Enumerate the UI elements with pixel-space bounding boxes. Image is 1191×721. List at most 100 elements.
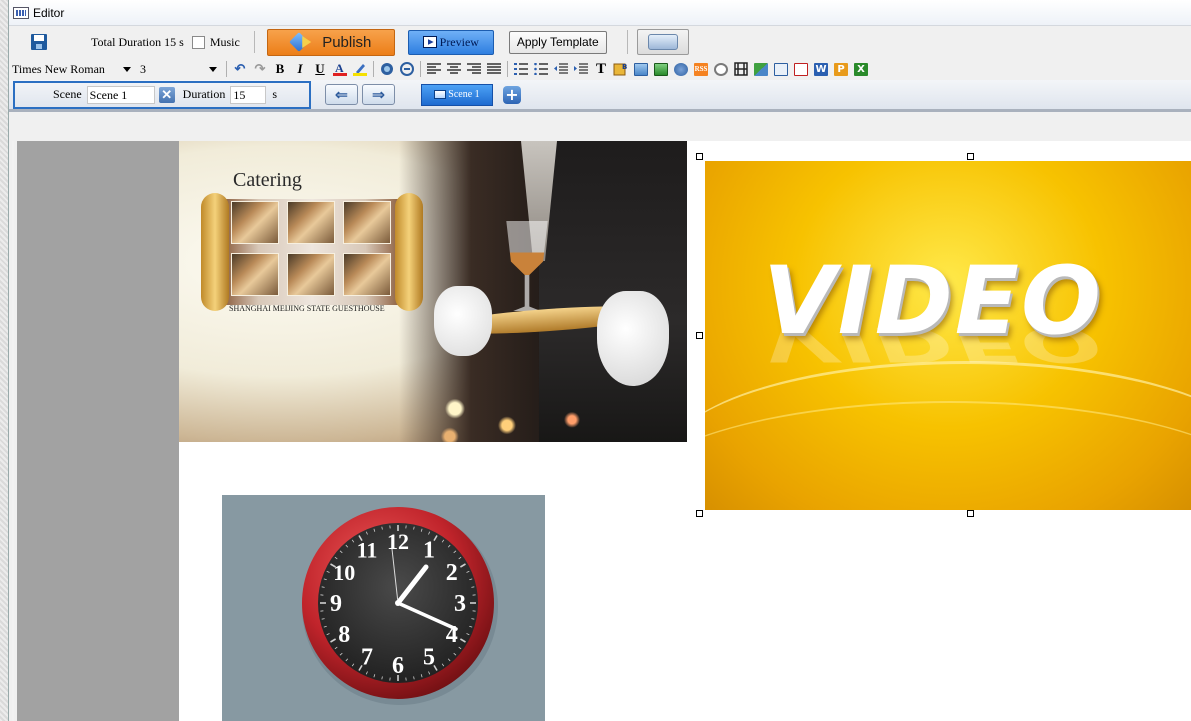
arrow-left-icon: ⇐ <box>334 85 349 104</box>
svg-text:B: B <box>622 63 627 71</box>
italic-button[interactable]: I <box>292 61 308 77</box>
redo-icon[interactable]: ↷ <box>252 61 268 77</box>
video-widget[interactable]: VIDEO VIDEO <box>705 161 1191 510</box>
excel-icon[interactable]: X <box>853 61 869 77</box>
music-label: Music <box>209 34 240 49</box>
keyboard-icon <box>647 34 678 50</box>
resize-handle-bottom-middle[interactable] <box>967 510 974 517</box>
clock-number: 3 <box>454 591 466 617</box>
font-size-value: 3 <box>140 61 146 76</box>
delete-scene-icon[interactable]: ✕ <box>158 86 175 103</box>
rss-icon[interactable]: RSS <box>693 61 709 77</box>
duration-input[interactable]: 15 <box>230 85 267 104</box>
scene-settings-group: Scene Scene 1 ✕ Duration 15 s <box>13 80 311 109</box>
toolbar-separator <box>507 61 508 77</box>
unlink-icon[interactable] <box>399 61 415 77</box>
music-checkbox[interactable] <box>191 35 205 49</box>
main-toolbar: Total Duration 15 s Music Publish Previe… <box>9 26 1191 58</box>
publish-label: Publish <box>322 33 372 51</box>
catering-thumbnail <box>287 253 335 296</box>
font-size-select[interactable]: 3 <box>137 60 223 79</box>
undo-icon[interactable]: ↶ <box>232 61 248 77</box>
resize-handle-middle-left[interactable] <box>696 332 703 339</box>
catering-thumbnail <box>231 253 279 296</box>
svg-text:A: A <box>335 61 344 75</box>
previous-scene-button[interactable]: ⇐ <box>325 84 358 105</box>
catering-thumbnail <box>287 201 335 244</box>
scene-name-input[interactable]: Scene 1 <box>86 85 155 104</box>
clock-center-pin <box>395 600 401 606</box>
justify-icon[interactable] <box>486 61 502 77</box>
text-icon[interactable]: T <box>593 61 609 77</box>
keyboard-button[interactable] <box>636 29 689 55</box>
clock-number: 11 <box>357 537 378 562</box>
analog-clock: 12 1234567891011 <box>302 507 498 705</box>
align-center-icon[interactable] <box>446 61 462 77</box>
catering-title: Catering <box>233 169 302 191</box>
weather-icon[interactable] <box>753 61 769 77</box>
word-icon[interactable]: W <box>813 61 829 77</box>
link-icon[interactable] <box>379 61 395 77</box>
underline-button[interactable]: U <box>312 61 328 77</box>
title-bar: Editor <box>9 0 1191 26</box>
catering-thumbnail <box>343 253 391 296</box>
align-left-icon[interactable] <box>426 61 442 77</box>
webpage-icon[interactable] <box>793 61 809 77</box>
canvas-margin <box>17 141 179 721</box>
design-canvas[interactable]: Catering SHANGHAI MEIJING STATE GUESTHOU… <box>179 141 1191 721</box>
scene-tab-icon <box>434 90 447 99</box>
powerpoint-icon[interactable]: P <box>833 61 849 77</box>
editor-app-icon <box>13 6 29 19</box>
catering-image-widget[interactable]: Catering SHANGHAI MEIJING STATE GUESTHOU… <box>179 141 687 442</box>
clock-widget[interactable]: 12 1 2 3 4 5 6 7 8 9 10 11 <box>222 495 545 721</box>
duration-label: Duration <box>182 87 226 101</box>
table-icon[interactable]: B <box>613 61 629 77</box>
video-insert-icon[interactable] <box>653 61 669 77</box>
clock-insert-icon[interactable] <box>713 61 729 77</box>
font-family-select[interactable]: Times New Roman <box>9 60 137 79</box>
font-color-icon[interactable]: A <box>332 61 348 77</box>
video-sheen <box>705 401 1191 510</box>
date-icon[interactable] <box>733 61 749 77</box>
publish-button[interactable]: Publish <box>266 28 395 56</box>
toolbar-separator <box>253 31 255 53</box>
scroll-text-icon[interactable] <box>773 61 789 77</box>
video-text: VIDEO <box>763 247 1103 356</box>
bullet-list-icon[interactable] <box>533 61 549 77</box>
toolbar-separator <box>420 61 421 77</box>
bold-button[interactable]: B <box>272 61 288 77</box>
window-title: Editor <box>33 5 65 20</box>
outdent-icon[interactable] <box>553 61 569 77</box>
flash-icon[interactable] <box>673 61 689 77</box>
image-icon[interactable] <box>633 61 649 77</box>
left-border <box>12 141 14 721</box>
indent-icon[interactable] <box>573 61 589 77</box>
align-right-icon[interactable] <box>466 61 482 77</box>
glove-left <box>434 286 492 356</box>
toolbar-separator <box>226 61 227 77</box>
format-toolbar: Times New Roman 3 ↶ ↷ B I U A T B RSS W … <box>9 58 1191 80</box>
numbered-list-icon[interactable] <box>513 61 529 77</box>
arrow-right-icon: ⇒ <box>371 85 386 104</box>
add-scene-icon[interactable]: + <box>503 85 521 104</box>
apply-template-label: Apply Template <box>516 35 599 49</box>
clock-number: 2 <box>446 560 458 586</box>
font-family-value: Times New Roman <box>12 61 105 76</box>
next-scene-button[interactable]: ⇒ <box>362 84 395 105</box>
scene-label: Scene <box>53 87 82 101</box>
clock-number: 9 <box>330 591 342 617</box>
tab-scene-1[interactable]: Scene 1 <box>421 83 493 106</box>
total-duration-label: Total Duration 15 s <box>91 34 184 49</box>
clock-number: 1 <box>423 537 435 563</box>
frame-scroll-right <box>395 193 423 311</box>
resize-handle-top-left[interactable] <box>696 153 703 160</box>
resize-handle-top-middle[interactable] <box>967 153 974 160</box>
toolbar-separator <box>373 61 374 77</box>
glove-right <box>597 291 669 386</box>
apply-template-button[interactable]: Apply Template <box>508 30 607 54</box>
resize-handle-bottom-left[interactable] <box>696 510 703 517</box>
toolbar-separator <box>626 30 628 54</box>
highlight-icon[interactable] <box>352 61 368 77</box>
save-icon[interactable] <box>31 34 47 50</box>
preview-button[interactable]: Preview <box>407 29 494 55</box>
